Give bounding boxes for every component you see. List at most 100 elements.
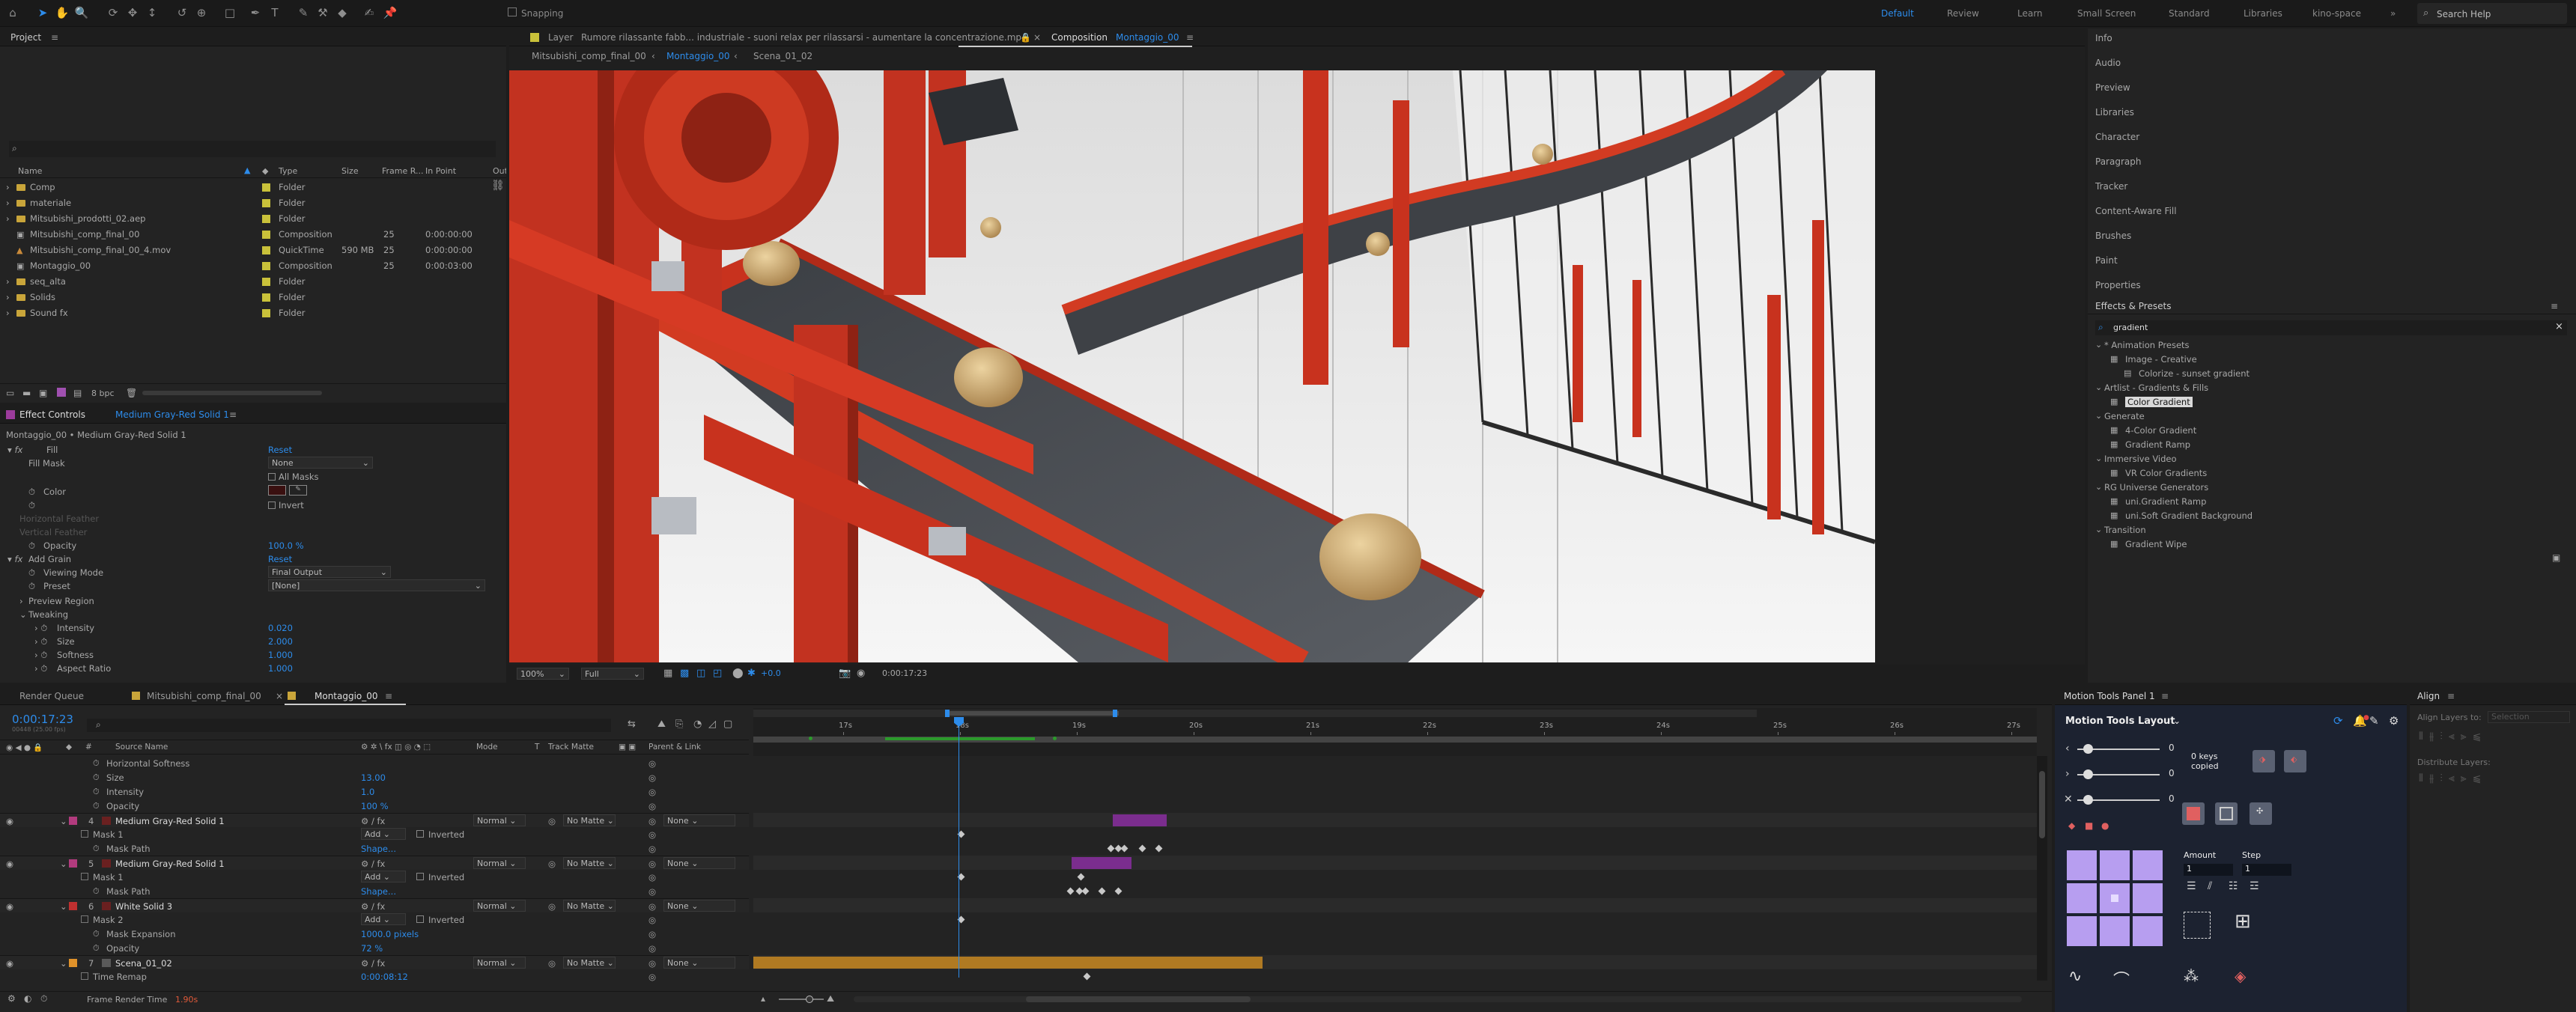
slider-handle-2[interactable] — [2083, 769, 2093, 779]
puppet-tool-icon[interactable]: 📌 — [382, 4, 398, 21]
timeline-property-row[interactable]: Mask 1 Add ⌄ Inverted ◎ — [0, 827, 749, 841]
timeline-property-row[interactable]: Mask 1 Add ⌄ Inverted ◎ — [0, 870, 749, 884]
comp-tab[interactable]: Composition — [1051, 32, 1108, 43]
grid-layout-icon[interactable]: ⊞ — [2235, 910, 2251, 933]
stopwatch-icon[interactable]: ⏱ — [93, 787, 100, 797]
col-frame-rate[interactable]: Frame R... — [382, 166, 424, 176]
timeline-track[interactable] — [753, 898, 2037, 912]
color-swatch-icon[interactable] — [57, 388, 66, 397]
stopwatch-icon[interactable]: › ⏱ — [34, 623, 47, 634]
timeline-property-row[interactable]: ⏱ Mask Expansion 1000.0 pixels ◎ — [0, 927, 749, 941]
label-swatch[interactable] — [262, 262, 270, 270]
slider-handle-3[interactable] — [2083, 795, 2093, 805]
stopwatch-icon[interactable]: ⏱ — [93, 929, 100, 939]
zoom-out-icon[interactable]: ▴ — [761, 993, 765, 1004]
blend-mode-dropdown[interactable]: Normal ⌄ — [473, 857, 526, 869]
stopwatch-icon[interactable]: ⏱ — [28, 567, 35, 579]
motion-tools-tab[interactable]: Motion Tools Panel 1 — [2064, 691, 2155, 701]
timeline-property-row[interactable]: ⏱ Opacity 100 % ◎ — [0, 799, 749, 813]
project-item[interactable]: › Solids Folder — [0, 290, 479, 305]
zoom-tool-icon[interactable]: 🔍 — [73, 4, 90, 21]
grain-reset-link[interactable]: Reset — [268, 554, 292, 564]
preset-dropdown[interactable]: [None] ⌄ — [268, 579, 485, 591]
distribute-buttons-icon[interactable]: ⫴⫵⫶⫷⫸⫹ — [2419, 772, 2487, 784]
pick-whip-icon[interactable]: ◎ — [648, 859, 656, 869]
pick-whip-icon[interactable]: ◎ — [648, 901, 656, 912]
align-center-icon[interactable]: ☷ — [2229, 880, 2238, 892]
mask-inverted-checkbox[interactable] — [416, 830, 424, 838]
mode-header[interactable]: Mode — [476, 743, 498, 752]
track-matte-dropdown[interactable]: No Matte ⌄ — [563, 957, 616, 969]
rectangle-tool-icon[interactable]: □ — [222, 4, 238, 21]
hand-tool-icon[interactable]: ✋ — [54, 4, 70, 21]
panel-menu-icon[interactable]: ≡ — [51, 32, 58, 43]
zoom-dropdown[interactable]: 100% ⌄ — [517, 668, 569, 680]
refresh-icon[interactable]: ⟳ — [2333, 714, 2343, 728]
layer-switches-icon[interactable]: ⚙ ∕ fx — [361, 859, 385, 869]
preset-item[interactable]: ▦ uni.Gradient Ramp — [2088, 495, 2567, 508]
fill-reset-link[interactable]: Reset — [268, 445, 292, 455]
invert-checkbox[interactable] — [268, 502, 276, 509]
pen-tool-icon[interactable]: ✒ — [247, 4, 264, 21]
stopwatch-icon[interactable]: › ⏱ — [34, 650, 47, 661]
timeline-track[interactable] — [753, 799, 2037, 813]
keyframe-square-icon[interactable]: ■ — [2085, 820, 2093, 831]
stopwatch-icon[interactable]: ⏱ — [93, 943, 100, 954]
expression-icon[interactable]: ◎ — [648, 772, 656, 783]
timeline-layer-row[interactable]: ◉ ⌄ 5 Medium Gray-Red Solid 1 ⚙ ∕ fx Normal ⌄… — [0, 856, 749, 870]
slider-value-1[interactable]: 0 — [2169, 743, 2175, 753]
project-item[interactable]: › Mitsubishi_prodotti_02.aep Folder — [0, 211, 479, 227]
timeline-layer-row[interactable]: ◉ ⌄ 4 Medium Gray-Red Solid 1 ⚙ ∕ fx Normal ⌄… — [0, 813, 749, 827]
work-area-start-handle[interactable] — [945, 710, 950, 717]
pan-behind-icon[interactable]: ⊕ — [193, 4, 210, 21]
project-item[interactable]: › Sound fx Folder — [0, 305, 479, 321]
time-ruler[interactable]: 17s 18s 19s 20s 21s 22s 23s 24s 25s 26s 27s — [753, 719, 2037, 735]
all-masks-checkbox[interactable] — [268, 473, 276, 481]
home-icon[interactable]: ⌂ — [4, 4, 21, 21]
copy-keys-button[interactable]: ⬗ — [2253, 750, 2275, 772]
anchor-cell[interactable] — [2133, 883, 2163, 913]
stopwatch-icon[interactable]: ⏱ — [28, 581, 35, 592]
visibility-eye-icon[interactable]: ◉ — [6, 958, 13, 969]
layer-switches-icon[interactable]: ⚙ ∕ fx — [361, 816, 385, 826]
timeline-property-row[interactable]: ⏱ Horizontal Softness ◎ — [0, 756, 749, 770]
ease-out-icon[interactable]: › — [2065, 768, 2070, 780]
workspace-libraries[interactable]: Libraries — [2244, 8, 2282, 19]
transparency-grid-icon[interactable]: ▩ — [680, 668, 689, 679]
reset-exposure-icon[interactable]: ✱ — [747, 668, 756, 679]
timeline-h-scrollbar[interactable] — [854, 996, 2022, 1002]
workspace-learn[interactable]: Learn — [2017, 8, 2043, 19]
project-item[interactable]: ▣ Montaggio_00 Composition 25 0:00:03:00 — [0, 258, 479, 274]
blend-mode-dropdown[interactable]: Normal ⌄ — [473, 814, 526, 826]
comp-lock-icon[interactable]: 🔒 — [1020, 32, 1031, 43]
timeline-track[interactable] — [753, 969, 2037, 984]
col-name[interactable]: Name — [18, 166, 42, 176]
right-panel-info[interactable]: Info — [2095, 33, 2112, 43]
anchor-cell[interactable] — [2100, 850, 2130, 880]
twirl-down-icon[interactable]: ⌄ — [60, 816, 67, 826]
project-tab[interactable]: Project — [10, 32, 41, 43]
visibility-eye-icon[interactable]: ◉ — [6, 859, 13, 869]
layer-name[interactable]: Medium Gray-Red Solid 1 — [115, 859, 225, 869]
anchor-cell[interactable] — [2067, 883, 2097, 913]
comp-final-tab[interactable]: Mitsubishi_comp_final_00 — [147, 691, 261, 701]
layer-4-clip[interactable] — [1113, 814, 1167, 826]
breadcrumb-comp-final[interactable]: Mitsubishi_comp_final_00 — [532, 51, 646, 61]
new-bin-icon[interactable]: ▣ — [2552, 552, 2560, 563]
anchor-point-grid[interactable] — [2067, 850, 2164, 948]
orbit-camera-icon[interactable]: ⟳ — [105, 4, 121, 21]
effect-controls-tab[interactable]: Effect Controls — [19, 409, 85, 420]
timeline-property-row[interactable]: ⏱ Size 13.00 ◎ — [0, 770, 749, 784]
expression-icon[interactable]: ◎ — [648, 844, 656, 854]
matte-link-icon[interactable]: ◎ — [548, 901, 556, 912]
step-input[interactable]: 1 — [2242, 864, 2291, 876]
frame-blending-icon[interactable]: ⎘ — [675, 719, 683, 730]
bpc-label[interactable]: 8 bpc — [91, 388, 115, 398]
color-fill-button[interactable] — [2182, 802, 2205, 825]
layer-label-color[interactable] — [69, 817, 77, 825]
expression-icon[interactable]: ◎ — [648, 829, 656, 840]
zoom-in-icon[interactable]: ⛰ — [827, 993, 834, 1005]
effect-controls-layer[interactable]: Medium Gray-Red Solid 1 — [115, 409, 229, 420]
tweaking-toggle[interactable]: ⌄ — [19, 609, 27, 620]
zoom-slider-handle[interactable] — [806, 996, 813, 1003]
